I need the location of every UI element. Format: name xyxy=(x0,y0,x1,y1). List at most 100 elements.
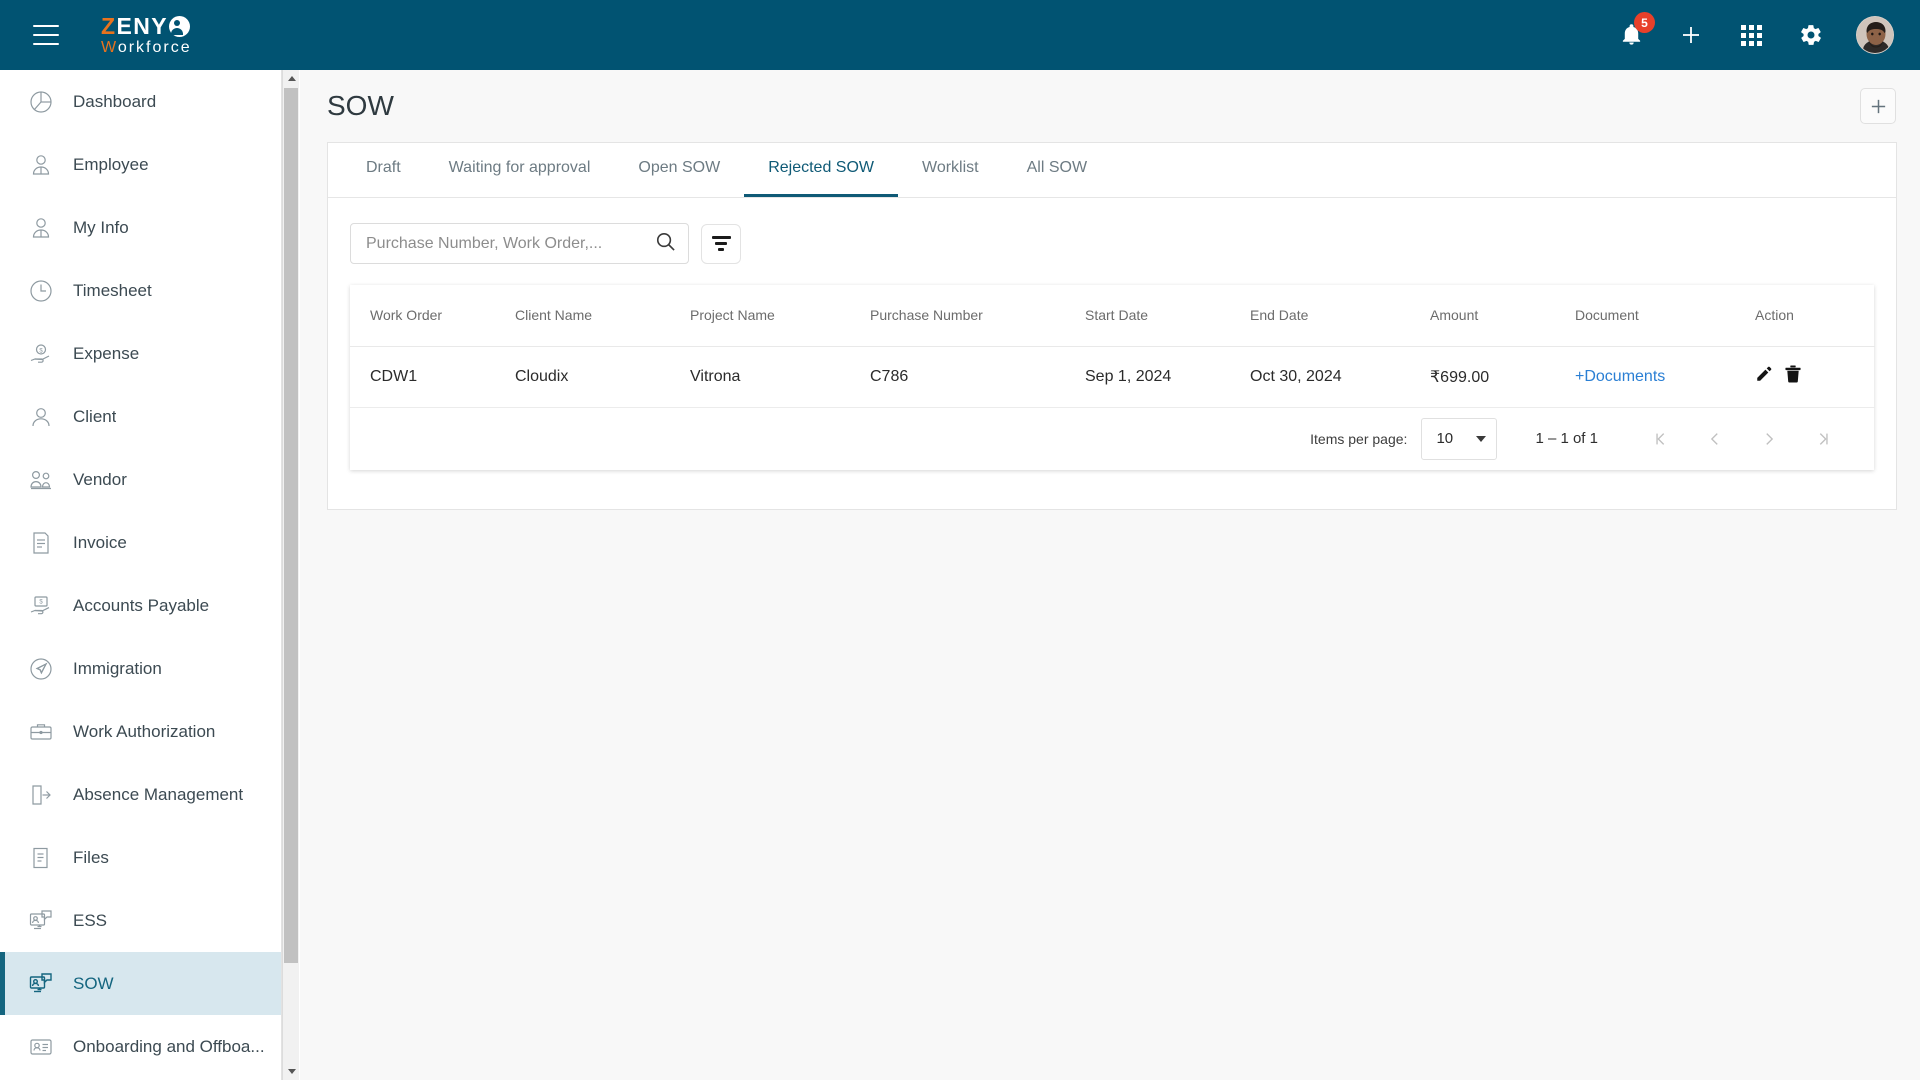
previous-page-button[interactable] xyxy=(1688,419,1742,459)
main-content: SOW Draft Waiting for approval Open SOW … xyxy=(300,70,1920,1080)
trash-delete-icon[interactable] xyxy=(1785,365,1801,388)
cell-project-name: Vitrona xyxy=(690,346,870,408)
id-card-icon xyxy=(25,1031,57,1063)
sidebar-item-label: Immigration xyxy=(73,658,162,678)
column-header-action: Action xyxy=(1755,285,1875,347)
sidebar-item-label: Dashboard xyxy=(73,91,157,111)
top-app-bar: Z ENY Workforce 5 xyxy=(0,0,1920,70)
logo-person-circle-icon xyxy=(168,15,190,37)
items-per-page-select[interactable]: 10 xyxy=(1421,417,1498,460)
sidebar-item-label: Client xyxy=(73,406,117,426)
sidebar-item-my-info[interactable]: My Info xyxy=(0,196,281,259)
briefcase-icon xyxy=(25,716,57,748)
clock-icon xyxy=(25,275,57,307)
sidebar-item-invoice[interactable]: Invoice xyxy=(0,511,281,574)
apps-grid-button[interactable] xyxy=(1736,20,1766,50)
sidebar-item-label: Employee xyxy=(73,154,149,174)
sidebar-item-sow[interactable]: SOW xyxy=(0,952,281,1015)
person-icon xyxy=(25,401,57,433)
sidebar-navigation: Dashboard Employee My Info Timesheet $ E… xyxy=(0,70,282,1080)
sidebar-item-accounts-payable[interactable]: $ Accounts Payable xyxy=(0,574,281,637)
search-box[interactable] xyxy=(350,223,689,264)
pie-chart-icon xyxy=(25,86,57,118)
cell-amount: ₹699.00 xyxy=(1430,346,1575,408)
column-header-client-name: Client Name xyxy=(515,285,690,347)
cell-work-order: CDW1 xyxy=(350,346,515,408)
first-page-button[interactable] xyxy=(1634,419,1688,459)
sidebar-item-work-authorization[interactable]: Work Authorization xyxy=(0,700,281,763)
sidebar-item-expense[interactable]: $ Expense xyxy=(0,322,281,385)
sidebar-item-label: Vendor xyxy=(73,469,127,489)
app-logo[interactable]: Z ENY Workforce xyxy=(101,12,192,56)
pencil-edit-icon[interactable] xyxy=(1755,365,1773,388)
column-header-amount: Amount xyxy=(1430,285,1575,347)
sidebar-item-label: Absence Management xyxy=(73,784,244,804)
last-page-button[interactable] xyxy=(1796,419,1850,459)
sidebar-item-onboarding-and-offboarding[interactable]: Onboarding and Offboa... xyxy=(0,1015,281,1078)
filter-button[interactable] xyxy=(701,223,741,264)
user-avatar[interactable] xyxy=(1856,16,1894,54)
sidebar-scrollbar[interactable] xyxy=(282,70,299,1080)
sidebar-item-employee[interactable]: Employee xyxy=(0,133,281,196)
logo-primary-text: Z ENY xyxy=(101,12,192,39)
items-per-page-label: Items per page: xyxy=(1310,430,1408,447)
table-row[interactable]: CDW1 Cloudix Vitrona C786 Sep 1, 2024 Oc… xyxy=(350,346,1875,408)
logo-secondary-text: Workforce xyxy=(101,38,192,56)
scrollbar-thumb[interactable] xyxy=(284,88,298,963)
sidebar-item-immigration[interactable]: Immigration xyxy=(0,637,281,700)
sidebar-item-files[interactable]: Files xyxy=(0,826,281,889)
tab-worklist[interactable]: Worklist xyxy=(898,142,1003,197)
my-info-icon xyxy=(25,212,57,244)
search-toolbar xyxy=(328,198,1896,264)
scrollbar-up-button[interactable] xyxy=(283,70,300,87)
table-header-row: Work Order Client Name Project Name Purc… xyxy=(350,285,1875,347)
sidebar-item-client[interactable]: Client xyxy=(0,385,281,448)
sidebar-item-timesheet[interactable]: Timesheet xyxy=(0,259,281,322)
column-header-end-date: End Date xyxy=(1250,285,1430,347)
documents-link[interactable]: +Documents xyxy=(1575,368,1665,385)
accounts-payable-icon: $ xyxy=(25,590,57,622)
sidebar-item-dashboard[interactable]: Dashboard xyxy=(0,70,281,133)
sidebar-item-ess[interactable]: ESS xyxy=(0,889,281,952)
door-exit-icon xyxy=(25,779,57,811)
tab-draft[interactable]: Draft xyxy=(342,142,425,197)
next-page-button[interactable] xyxy=(1742,419,1796,459)
logo-letter-w: W xyxy=(101,38,118,56)
quick-add-button[interactable] xyxy=(1676,20,1706,50)
column-header-purchase-number: Purchase Number xyxy=(870,285,1085,347)
topbar-actions: 5 xyxy=(1616,12,1894,54)
tab-open-sow[interactable]: Open SOW xyxy=(614,142,744,197)
logo-text-orkforce: orkforce xyxy=(117,38,192,56)
employee-icon xyxy=(25,149,57,181)
tab-rejected-sow[interactable]: Rejected SOW xyxy=(744,142,898,197)
scrollbar-down-button[interactable] xyxy=(283,1063,300,1080)
column-header-document: Document xyxy=(1575,285,1755,347)
column-header-project-name: Project Name xyxy=(690,285,870,347)
sidebar-item-label: SOW xyxy=(73,973,114,993)
vendor-icon xyxy=(25,464,57,496)
cell-client-name: Cloudix xyxy=(515,346,690,408)
cell-end-date: Oct 30, 2024 xyxy=(1250,346,1430,408)
column-header-work-order: Work Order xyxy=(350,285,515,347)
sidebar-item-label: My Info xyxy=(73,217,129,237)
notifications-button[interactable]: 5 xyxy=(1616,12,1655,50)
settings-button[interactable] xyxy=(1796,20,1826,50)
cell-purchase-number: C786 xyxy=(870,346,1085,408)
table-header: Work Order Client Name Project Name Purc… xyxy=(350,285,1875,347)
sidebar-item-vendor[interactable]: Vendor xyxy=(0,448,281,511)
hamburger-menu-icon[interactable] xyxy=(33,25,59,45)
logo-letter-z: Z xyxy=(101,12,117,39)
notification-badge: 5 xyxy=(1634,12,1655,33)
tab-all-sow[interactable]: All SOW xyxy=(1003,142,1111,197)
search-icon[interactable] xyxy=(655,231,676,257)
sidebar-item-absence-management[interactable]: Absence Management xyxy=(0,763,281,826)
sidebar-item-label: Invoice xyxy=(73,532,127,552)
page-title: SOW xyxy=(327,90,394,121)
search-input[interactable] xyxy=(366,234,655,253)
tab-waiting-for-approval[interactable]: Waiting for approval xyxy=(425,142,615,197)
page-header: SOW xyxy=(300,70,1920,142)
sow-card: Draft Waiting for approval Open SOW Reje… xyxy=(327,142,1897,510)
sidebar-item-label: Accounts Payable xyxy=(73,595,210,615)
svg-text:$: $ xyxy=(39,599,43,605)
add-sow-button[interactable] xyxy=(1860,88,1896,124)
